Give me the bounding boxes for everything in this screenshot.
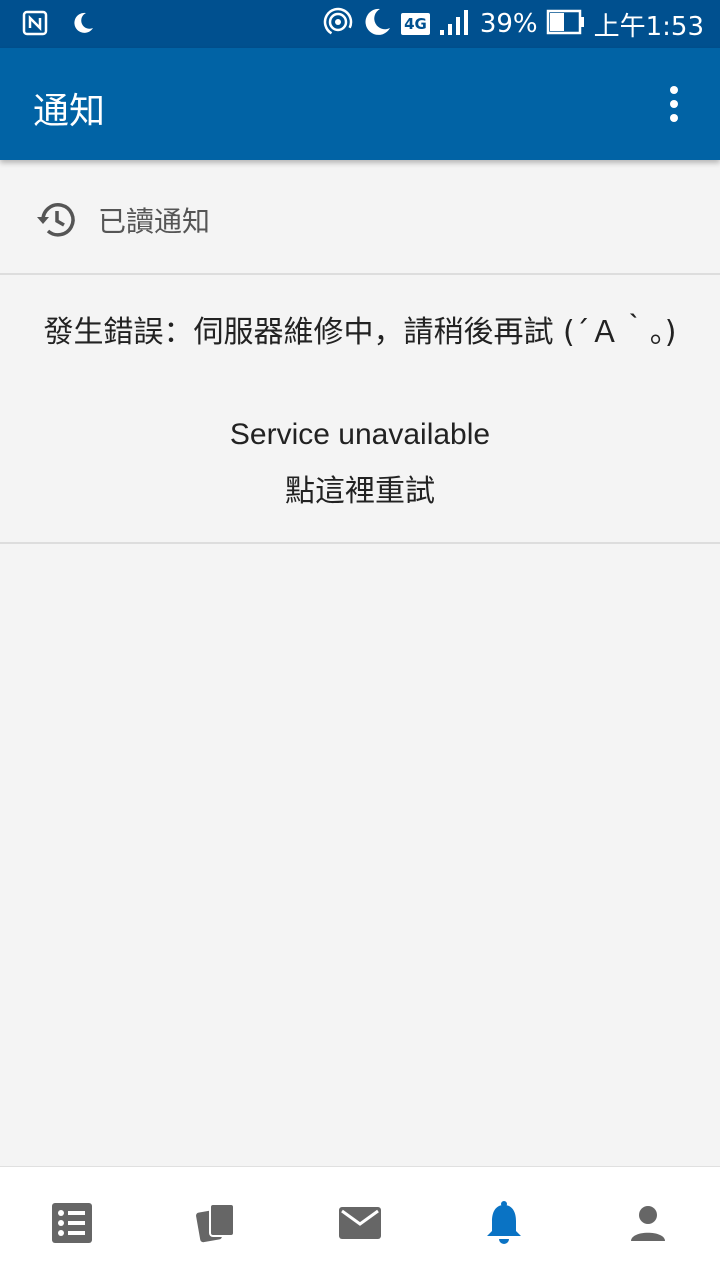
error-detail: Service unavailable	[229, 418, 491, 451]
status-bar: 4G 39% 上午1:53	[0, 0, 720, 48]
person-icon	[628, 1203, 668, 1247]
nav-profile[interactable]	[620, 1197, 676, 1253]
more-vert-icon[interactable]	[654, 84, 694, 124]
read-notifications-label: 已讀通知	[98, 205, 211, 238]
retry-link[interactable]: 點這裡重試	[0, 466, 720, 510]
page-title: 通知	[33, 91, 106, 132]
error-message: 發生錯誤：伺服器維修中，請稍後再試 (´Ａ｀。)	[43, 315, 677, 350]
bell-icon	[484, 1201, 524, 1249]
moon-icon	[70, 10, 96, 40]
clock: 上午1:53	[593, 11, 704, 42]
battery-icon	[546, 9, 586, 39]
nav-list[interactable]	[44, 1197, 100, 1253]
nav-cards[interactable]	[188, 1197, 244, 1253]
list-icon	[51, 1202, 93, 1248]
read-notifications-row[interactable]: 已讀通知	[0, 162, 720, 275]
moon-icon	[361, 6, 393, 42]
history-icon	[34, 198, 78, 242]
nav-mail[interactable]	[332, 1197, 388, 1253]
error-block[interactable]: 發生錯誤：伺服器維修中，請稍後再試 (´Ａ｀。) Service unavail…	[0, 276, 720, 544]
network-badge: 4G	[401, 13, 430, 35]
signal-icon	[438, 8, 472, 40]
bottom-nav	[0, 1166, 720, 1280]
nav-notifications[interactable]	[476, 1197, 532, 1253]
mail-icon	[338, 1205, 382, 1245]
app-bar: 通知	[0, 48, 720, 160]
hotspot-icon	[323, 7, 353, 41]
nfc-icon	[22, 10, 48, 40]
cards-icon	[194, 1201, 238, 1249]
battery-percent: 39%	[479, 9, 538, 39]
